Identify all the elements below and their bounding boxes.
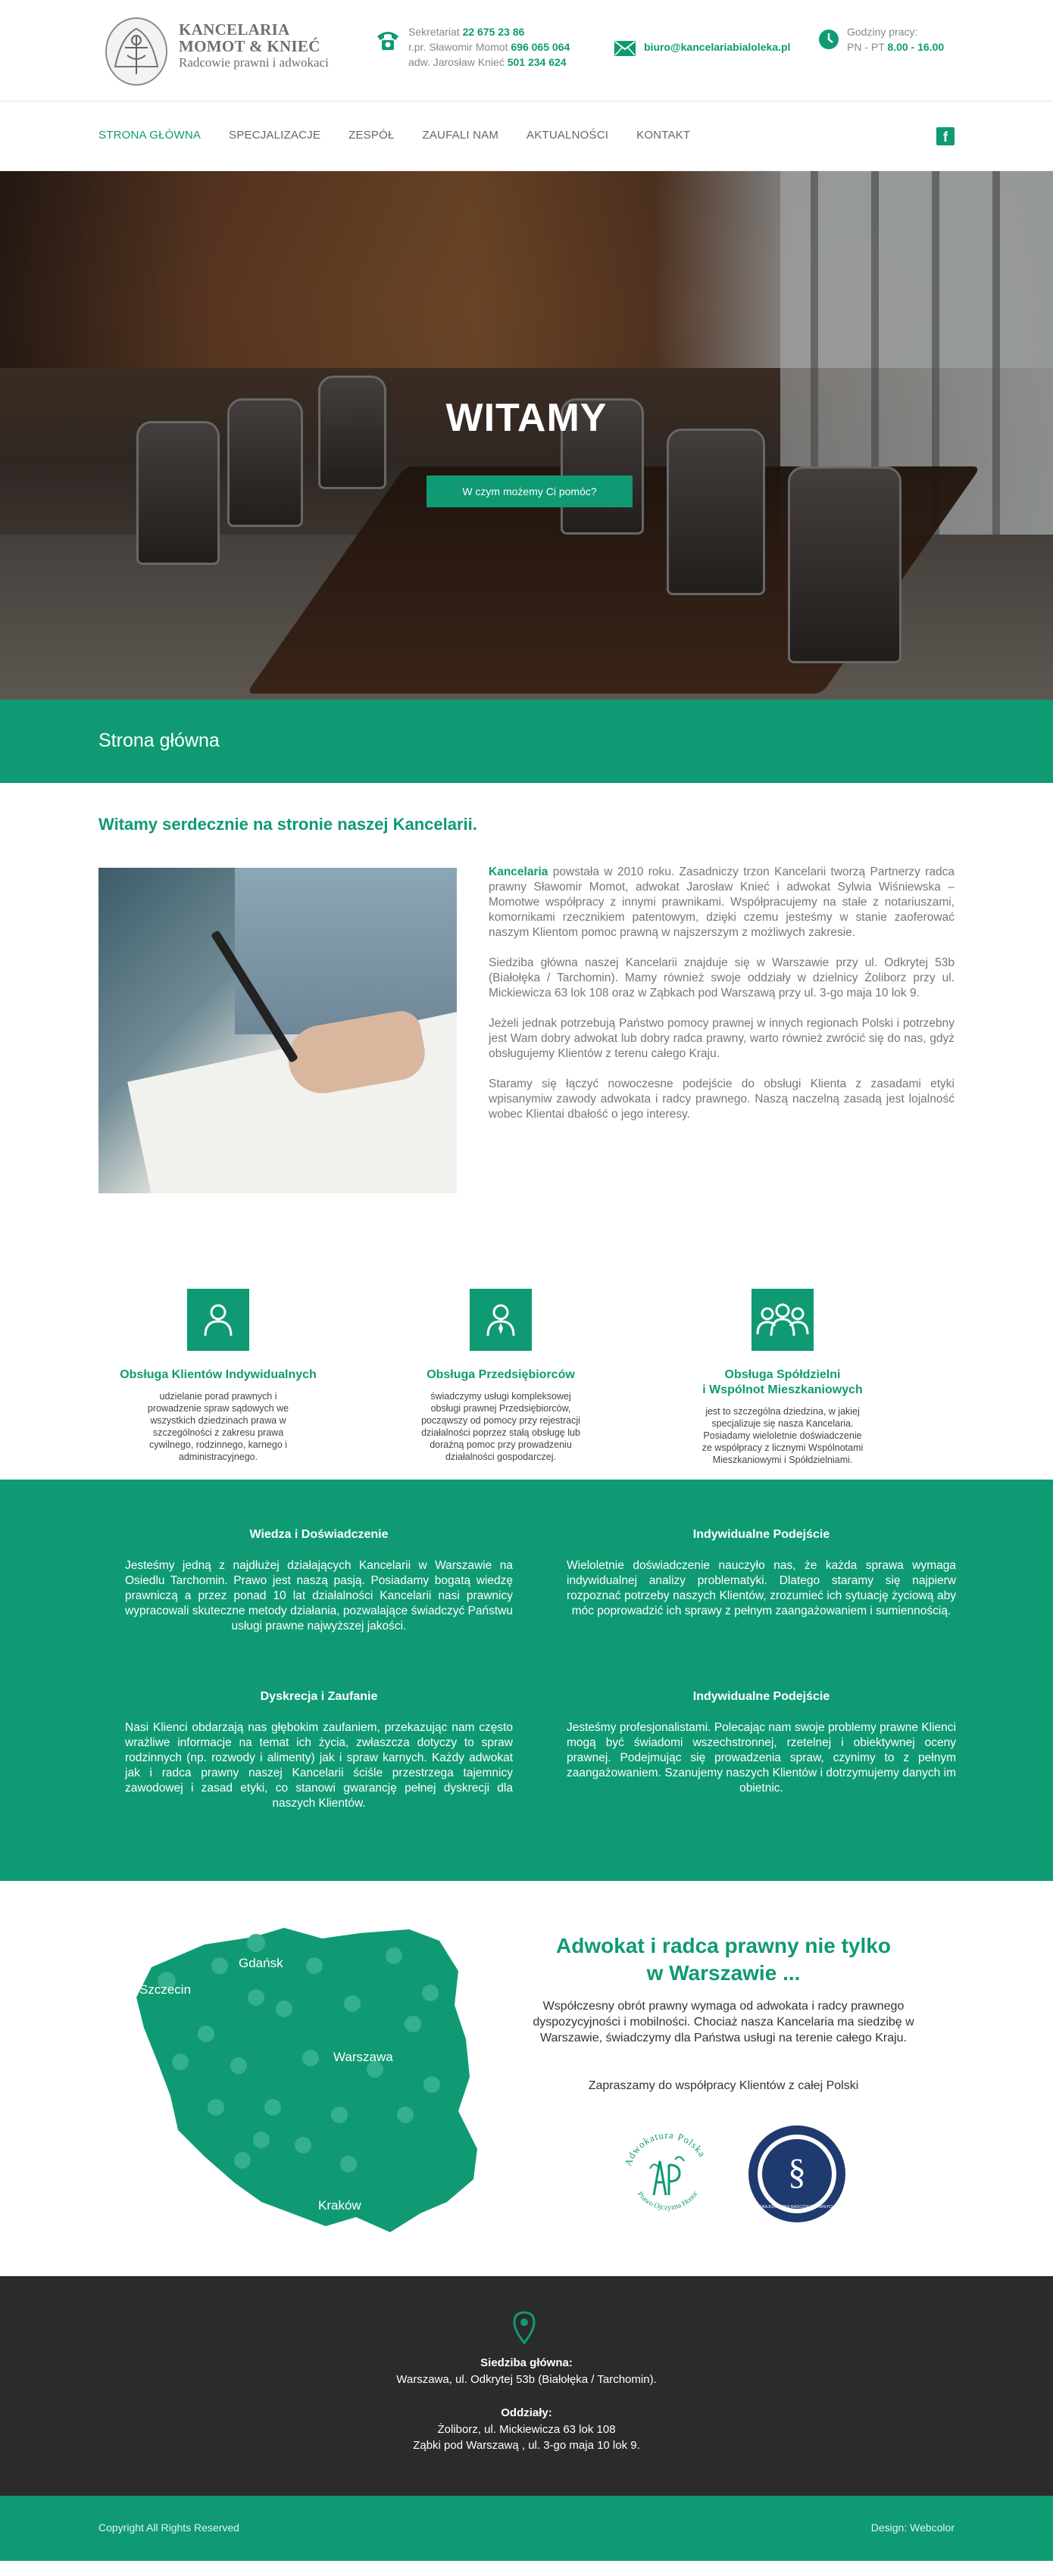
nav-item-trusted[interactable]: ZAUFALI NAM	[422, 129, 498, 142]
feature-knowledge: Wiedza i Doświadczenie Jesteśmy jedną z …	[125, 1528, 513, 1634]
features-section: Wiedza i Doświadczenie Jesteśmy jedną z …	[0, 1480, 1053, 1881]
phone-label-2: r.pr. Sławomir Momot	[408, 41, 508, 53]
service-text: jest to szczególna dziedzina, w jakiej s…	[701, 1406, 864, 1465]
intro-text: Kancelaria powstała w 2010 roku. Zasadni…	[489, 865, 955, 1137]
signing-photo	[98, 868, 457, 1193]
business-person-icon	[486, 1304, 515, 1336]
feature-title: Indywidualne Podejście	[692, 1690, 830, 1703]
nav-item-home[interactable]: STRONA GŁÓWNA	[98, 129, 201, 142]
office-hours: Godziny pracy: PN - PT 8.00 - 16.00	[818, 24, 944, 55]
service-individual[interactable]: Obsługa Klientów Indywidualnych udzielan…	[105, 1289, 332, 1463]
city-label-krakow: Kraków	[318, 2198, 361, 2213]
mail-icon	[614, 41, 636, 56]
footer: Siedziba główna: Warszawa, ul. Odkrytej …	[0, 2276, 1053, 2496]
help-button[interactable]: W czym możemy Ci pomóc?	[427, 476, 633, 507]
feature-text: Nasi Klienci obdarzają nas głębokim zauf…	[125, 1721, 513, 1810]
branches-address: Oddziały: Żoliborz, ul. Mickiewicza 63 l…	[98, 2406, 955, 2453]
phone-label-1: Sekretariat	[408, 26, 460, 38]
clock-icon	[819, 30, 839, 49]
phone-number-3[interactable]: 501 234 624	[508, 56, 567, 68]
page-title: Strona główna	[98, 730, 220, 751]
hero-title: WITAMY	[445, 396, 608, 440]
page-title-bar: Strona główna	[0, 700, 1053, 783]
city-label-szczecin: Szczecin	[139, 1982, 191, 1997]
hq-address: Warszawa, ul. Odkrytej 53b (Białołęka / …	[396, 2373, 657, 2386]
services-section: Obsługa Klientów Indywidualnych udzielan…	[0, 1252, 1053, 1480]
nav-item-team[interactable]: ZESPÓŁ	[348, 129, 394, 142]
nav-item-contact[interactable]: KONTAKT	[636, 129, 690, 142]
logo-emblem-icon	[105, 17, 167, 86]
intro-paragraph-4: Staramy się łączyć nowoczesne podejście …	[489, 1077, 955, 1121]
service-text: udzielanie porad prawnych i prowadzenie …	[147, 1391, 289, 1462]
feature-text: Jesteśmy profesjonalistami. Polecając na…	[567, 1721, 956, 1795]
map-section-text: Współczesny obrót prawny wymaga od adwok…	[533, 2000, 914, 2044]
service-business[interactable]: Obsługa Przedsiębiorców świadczymy usług…	[387, 1289, 614, 1463]
city-label-gdansk: Gdańsk	[239, 1956, 283, 1970]
logo-line2: MOMOT & KNIEĆ	[179, 37, 320, 55]
person-icon	[204, 1304, 233, 1336]
hero-banner: WITAMY W czym możemy Ci pomóc?	[0, 171, 1053, 700]
svg-text:§: §	[788, 2152, 806, 2192]
map-section-heading: Adwokat i radca prawny nie tylko w Warsz…	[556, 1934, 891, 1985]
feature-professionalism: Indywidualne Podejście Jesteśmy profesjo…	[567, 1690, 956, 1796]
location-pin-icon	[513, 2311, 536, 2344]
facebook-icon[interactable]: f	[936, 127, 955, 145]
nav-item-specializations[interactable]: SPECJALIZACJE	[229, 129, 320, 142]
poland-map: Gdańsk Szczecin Warszawa Kraków	[136, 1928, 477, 2232]
hours-time: 8.00 - 16.00	[887, 41, 945, 53]
svg-text:Adwokatura Polska: Adwokatura Polska	[622, 2129, 708, 2168]
phone-number-1[interactable]: 22 675 23 86	[463, 26, 525, 38]
top-header: KANCELARIA MOMOT & KNIEĆ Radcowie prawni…	[0, 0, 1053, 101]
nav-item-news[interactable]: AKTUALNOŚCI	[526, 129, 608, 142]
feature-text: Wieloletnie doświadczenie nauczyło nas, …	[567, 1559, 956, 1617]
bar-association-seal-icon[interactable]: Adwokatura Polska Prawo Ojczyzna Honor	[616, 2123, 719, 2226]
feature-title: Wiedza i Doświadczenie	[249, 1528, 389, 1541]
branch-2: Ząbki pod Warszawą , ul. 3-go maja 10 lo…	[413, 2439, 640, 2452]
feature-title: Indywidualne Podejście	[692, 1528, 830, 1541]
city-label-warszawa: Warszawa	[333, 2050, 393, 2064]
branches-label: Oddziały:	[501, 2406, 552, 2419]
phone-label-3: adw. Jarosław Knieć	[408, 56, 505, 68]
copyright: Copyright All Rights Reserved	[98, 2521, 239, 2534]
hours-days: PN - PT	[847, 41, 885, 53]
design-credit[interactable]: Design: Webcolor	[871, 2521, 955, 2534]
service-title: Obsługa Spółdzielni i Wspólnot Mieszkani…	[702, 1368, 863, 1396]
intro-section: Witamy serdecznie na stronie naszej Kanc…	[0, 783, 1053, 1252]
group-icon	[756, 1303, 809, 1336]
phone-contact: Sekretariat 22 675 23 86 r.pr. Sławomir …	[375, 24, 570, 70]
feature-individual-approach: Indywidualne Podejście Wieloletnie doświ…	[567, 1528, 956, 1619]
map-section: Gdańsk Szczecin Warszawa Kraków Adwokat …	[0, 1881, 1053, 2276]
svg-text:Prawo Ojczyzna Honor: Prawo Ojczyzna Honor	[636, 2190, 700, 2213]
intro-paragraph-3: Jeżeli jednak potrzebują Państwo pomocy …	[489, 1017, 955, 1060]
hours-label: Godziny pracy:	[847, 26, 918, 38]
email-contact: biuro@kancelariabialoleka.pl	[614, 39, 790, 58]
service-title: Obsługa Przedsiębiorców	[427, 1368, 575, 1381]
main-nav: STRONA GŁÓWNA SPECJALIZACJE ZESPÓŁ ZAUFA…	[0, 101, 1053, 171]
bottom-bar: Copyright All Rights Reserved Design: We…	[0, 2496, 1053, 2561]
logo[interactable]: KANCELARIA MOMOT & KNIEĆ Radcowie prawni…	[98, 14, 329, 89]
intro-paragraph-2: Siedziba główna naszej Kancelarii znajdu…	[489, 956, 955, 1000]
service-title: Obsługa Klientów Indywidualnych	[120, 1368, 317, 1381]
phone-icon	[377, 32, 398, 50]
logo-tagline: Radcowie prawni i adwokaci	[179, 55, 329, 70]
hq-label: Siedziba główna:	[480, 2356, 573, 2369]
svg-text:KRAJOWA IZBA RADCÓW PRAWNYCH: KRAJOWA IZBA RADCÓW PRAWNYCH	[759, 2204, 835, 2210]
phone-number-2[interactable]: 696 065 064	[511, 41, 570, 53]
email-link[interactable]: biuro@kancelariabialoleka.pl	[644, 39, 790, 55]
branch-1: Żoliborz, ul. Mickiewicza 63 lok 108	[437, 2423, 616, 2436]
service-housing[interactable]: Obsługa Spółdzielni i Wspólnot Mieszkani…	[669, 1289, 896, 1466]
feature-title: Dyskrecja i Zaufanie	[260, 1690, 378, 1703]
headquarters-address: Siedziba główna: Warszawa, ul. Odkrytej …	[98, 2356, 955, 2387]
legal-advisors-chamber-seal-icon[interactable]: § KRAJOWA IZBA RADCÓW PRAWNYCH	[746, 2123, 848, 2225]
feature-discretion: Dyskrecja i Zaufanie Nasi Klienci obdarz…	[125, 1690, 513, 1811]
intro-paragraph-1: Kancelaria powstała w 2010 roku. Zasadni…	[489, 865, 955, 939]
feature-text: Jesteśmy jedną z najdłużej działających …	[125, 1559, 513, 1633]
intro-heading: Witamy serdecznie na stronie naszej Kanc…	[98, 815, 477, 834]
intro-brand: Kancelaria	[489, 865, 548, 878]
map-section-invite: Zapraszamy do współpracy Klientów z całe…	[588, 2079, 859, 2092]
logo-line1: KANCELARIA	[179, 20, 290, 39]
service-text: świadczymy usługi kompleksowej obsługi p…	[421, 1391, 580, 1462]
